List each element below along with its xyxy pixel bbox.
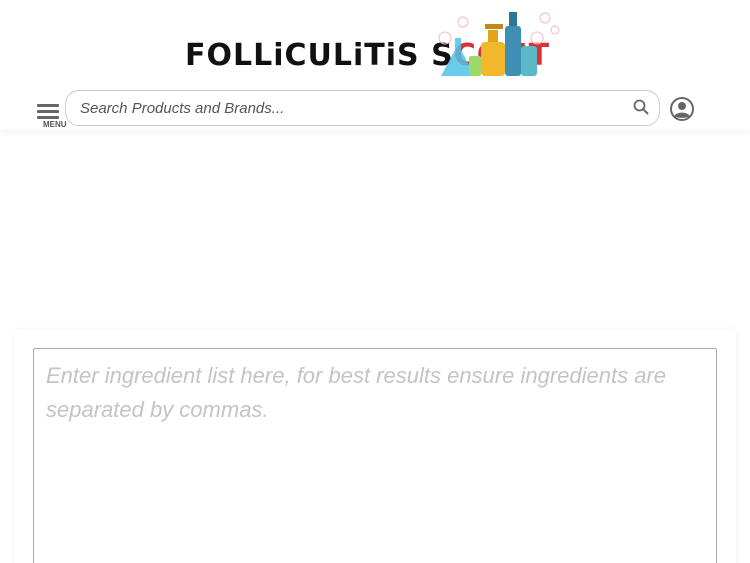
hamburger-icon-bar bbox=[37, 110, 59, 113]
logo-text-main: FOLLiCULiTiS S bbox=[185, 38, 454, 73]
header-bar: MENU bbox=[0, 88, 750, 130]
hamburger-icon-bar bbox=[37, 116, 59, 119]
search-input[interactable] bbox=[80, 91, 620, 125]
search-bar bbox=[65, 90, 660, 126]
menu-label: MENU bbox=[43, 120, 67, 129]
menu-button[interactable]: MENU bbox=[36, 102, 67, 129]
bottles-illustration-icon bbox=[438, 12, 560, 76]
hamburger-icon bbox=[37, 104, 59, 107]
search-icon[interactable] bbox=[633, 99, 649, 115]
ingredient-list-input[interactable] bbox=[33, 348, 717, 563]
site-logo[interactable]: FOLLiCULiTiS SCOUT bbox=[185, 8, 565, 88]
page: FOLLiCULiTiS SCOUT MENU bbox=[0, 0, 750, 563]
ingredient-checker-card bbox=[14, 330, 736, 563]
ad-space bbox=[0, 132, 750, 322]
user-avatar-icon[interactable] bbox=[670, 97, 694, 121]
